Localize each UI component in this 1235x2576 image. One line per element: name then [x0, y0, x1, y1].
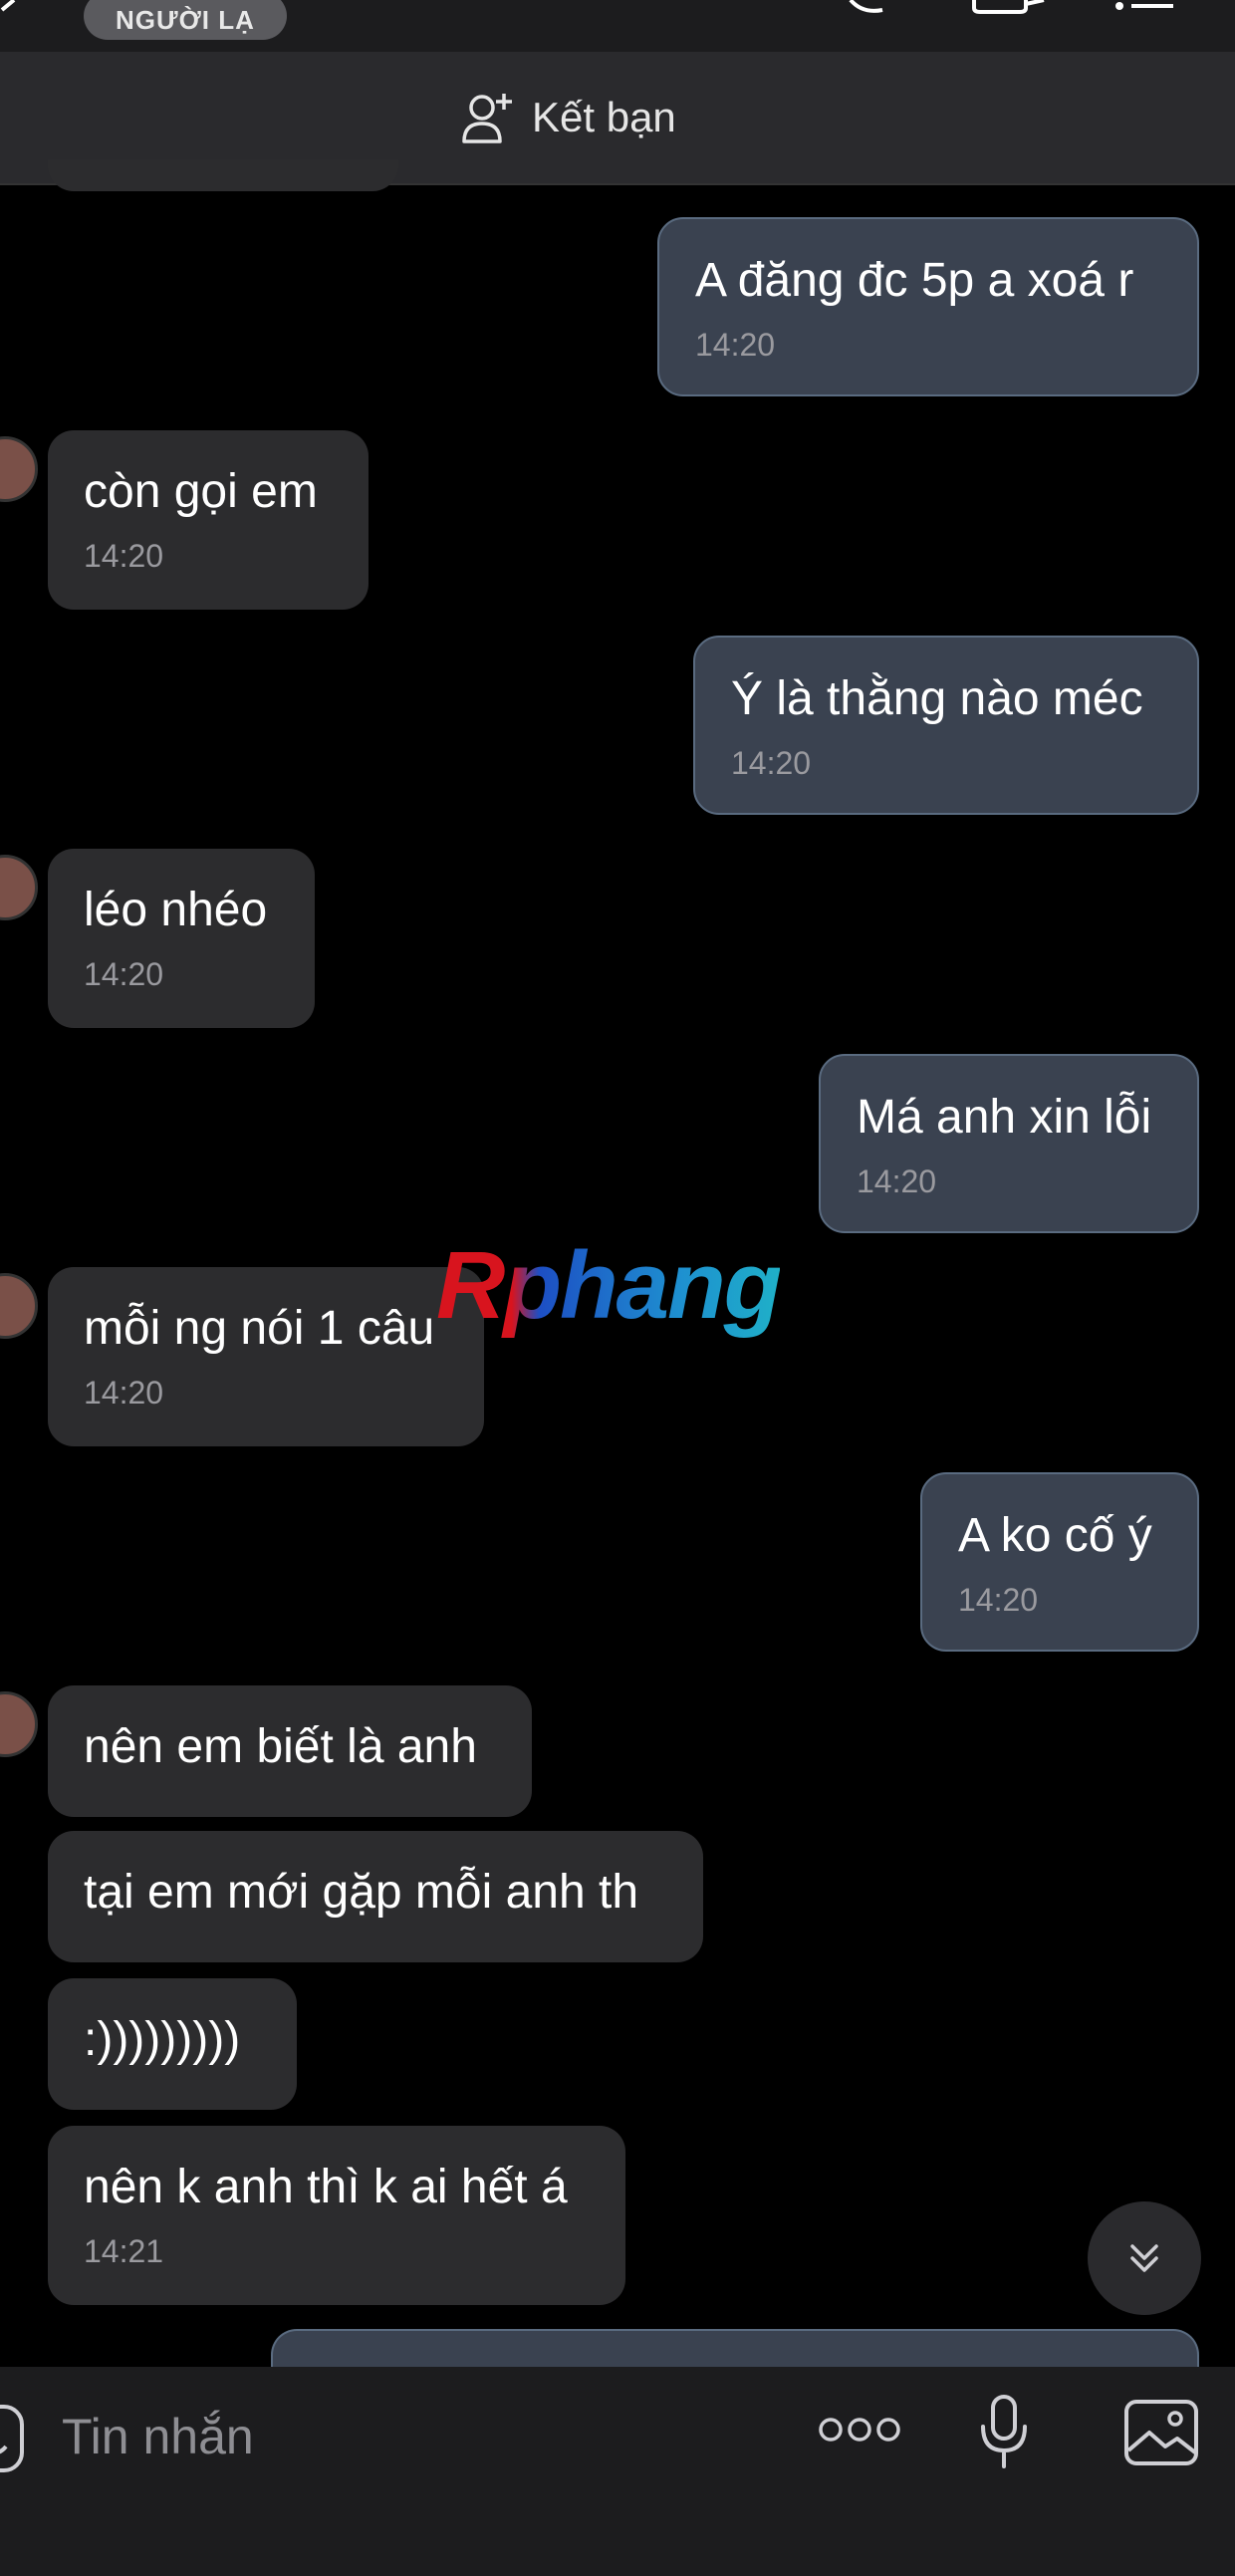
message-bubble-in[interactable]: còn gọi em 14:20 — [48, 430, 369, 610]
composer-bar — [0, 2367, 1235, 2576]
message-bubble-in[interactable]: nên em biết là anh — [48, 1685, 532, 1817]
message-time: 14:21 — [84, 2233, 164, 2269]
message-text: léo nhéo — [84, 884, 268, 936]
add-friend-label: Kết bạn — [532, 94, 676, 140]
avatar[interactable] — [0, 1273, 38, 1339]
scroll-down-button[interactable] — [1088, 2201, 1201, 2315]
message-time: 14:20 — [857, 1163, 937, 1199]
message-text: còn gọi em — [84, 465, 318, 518]
message-time: 14:20 — [695, 327, 776, 363]
message-bubble-partial — [48, 159, 398, 191]
avatar[interactable] — [0, 1691, 38, 1757]
microphone-icon[interactable] — [978, 2393, 1030, 2472]
more-icon[interactable] — [819, 2415, 900, 2445]
message-text: :))))))))) — [84, 2013, 241, 2066]
message-time: 14:20 — [84, 956, 164, 992]
message-text: Ý là thằng nào méc — [731, 672, 1143, 725]
video-call-icon[interactable] — [970, 0, 1050, 14]
watermark: Rphang — [436, 1232, 782, 1339]
message-bubble-in[interactable]: léo nhéo 14:20 — [48, 849, 315, 1028]
message-time: 14:20 — [84, 1375, 164, 1411]
stranger-badge: NGƯỜI LẠ — [84, 0, 287, 40]
add-friend-button[interactable]: Kết bạn — [460, 90, 676, 145]
message-time: 14:20 — [84, 538, 164, 574]
avatar[interactable] — [0, 855, 38, 920]
message-bubble-out[interactable]: A ko cố ý 14:20 — [920, 1472, 1199, 1652]
back-icon[interactable] — [0, 0, 30, 20]
message-bubble-in[interactable]: tại em mới gặp mỗi anh th — [48, 1831, 703, 1962]
message-bubble-out[interactable]: Má anh xin lỗi 14:20 — [819, 1054, 1199, 1233]
scroll-down-icon — [1130, 2244, 1158, 2272]
message-bubble-in[interactable]: :))))))))) — [48, 1978, 297, 2110]
image-icon[interactable] — [1123, 2399, 1199, 2466]
message-time: 14:20 — [731, 745, 812, 781]
message-bubble-out[interactable]: Ý là thằng nào méc 14:20 — [693, 636, 1199, 815]
message-bubble-in[interactable]: nên k anh thì k ai hết á 14:21 — [48, 2126, 625, 2305]
menu-icon[interactable] — [1113, 0, 1177, 14]
message-text: A ko cố ý — [958, 1509, 1152, 1562]
message-input[interactable]: Tin nhắn — [62, 2405, 254, 2468]
message-text: nên em biết là anh — [84, 1720, 477, 1773]
message-bubble-out[interactable]: A đăng đc 5p a xoá r 14:20 — [657, 217, 1199, 396]
call-icon[interactable] — [843, 0, 902, 14]
message-bubble-in[interactable]: mỗi ng nói 1 câu 14:20 — [48, 1267, 484, 1446]
message-time: 14:20 — [958, 1582, 1039, 1618]
message-text: mỗi ng nói 1 câu — [84, 1302, 435, 1355]
add-friend-icon — [462, 94, 512, 143]
message-text: Má anh xin lỗi — [857, 1091, 1152, 1144]
sticker-icon[interactable] — [0, 2403, 30, 2474]
message-text: A đăng đc 5p a xoá r — [695, 254, 1134, 307]
message-text: tại em mới gặp mỗi anh th — [84, 1866, 639, 1919]
avatar[interactable] — [0, 436, 38, 502]
message-text: nên k anh thì k ai hết á — [84, 2161, 568, 2213]
